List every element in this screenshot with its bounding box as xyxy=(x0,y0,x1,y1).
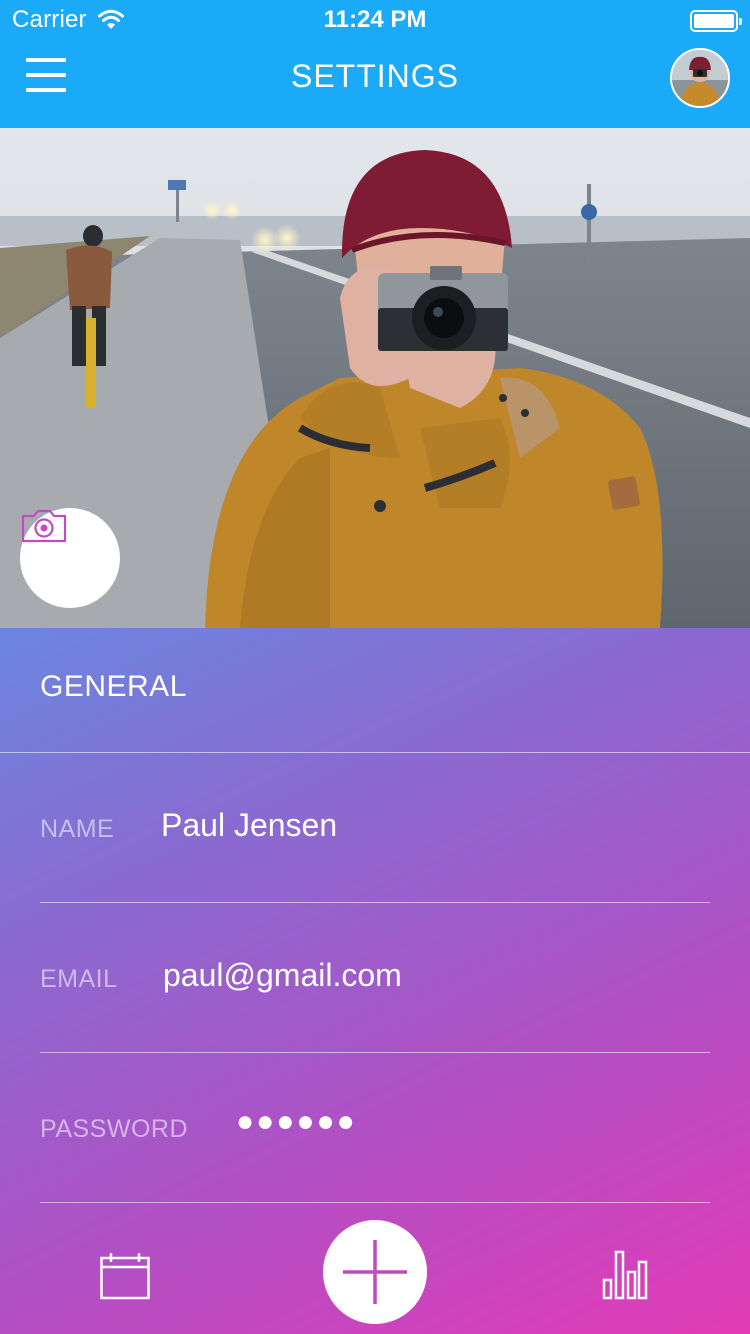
password-field[interactable]: PASSWORD ●●●●●● xyxy=(40,1053,710,1203)
email-field[interactable]: EMAIL paul@gmail.com xyxy=(40,903,710,1053)
name-label: NAME xyxy=(40,815,115,843)
name-value[interactable]: Paul Jensen xyxy=(161,807,337,844)
password-value[interactable]: ●●●●●● xyxy=(236,1105,357,1139)
settings-panel: GENERAL NAME Paul Jensen EMAIL paul@gmai… xyxy=(0,628,750,1334)
battery-level xyxy=(694,14,734,28)
plus-icon xyxy=(343,1240,407,1304)
section-title-general: GENERAL xyxy=(40,670,187,703)
top-bar: Carrier 11:24 PM SETTINGS xyxy=(0,0,750,128)
email-value[interactable]: paul@gmail.com xyxy=(163,957,402,994)
cover-photo xyxy=(0,128,750,628)
change-photo-button[interactable] xyxy=(20,508,120,608)
calendar-icon[interactable] xyxy=(100,1252,150,1300)
user-avatar[interactable] xyxy=(670,48,730,108)
password-label: PASSWORD xyxy=(40,1115,188,1143)
bar-chart-icon[interactable] xyxy=(602,1250,648,1300)
status-time: 11:24 PM xyxy=(323,6,427,33)
battery-icon xyxy=(690,10,742,32)
email-label: EMAIL xyxy=(40,965,118,993)
camera-icon xyxy=(21,509,67,543)
name-field[interactable]: NAME Paul Jensen xyxy=(40,753,710,903)
add-button[interactable] xyxy=(323,1220,427,1324)
field-divider xyxy=(40,1202,710,1203)
page-title: SETTINGS xyxy=(290,58,459,94)
avatar-photo xyxy=(672,50,728,106)
